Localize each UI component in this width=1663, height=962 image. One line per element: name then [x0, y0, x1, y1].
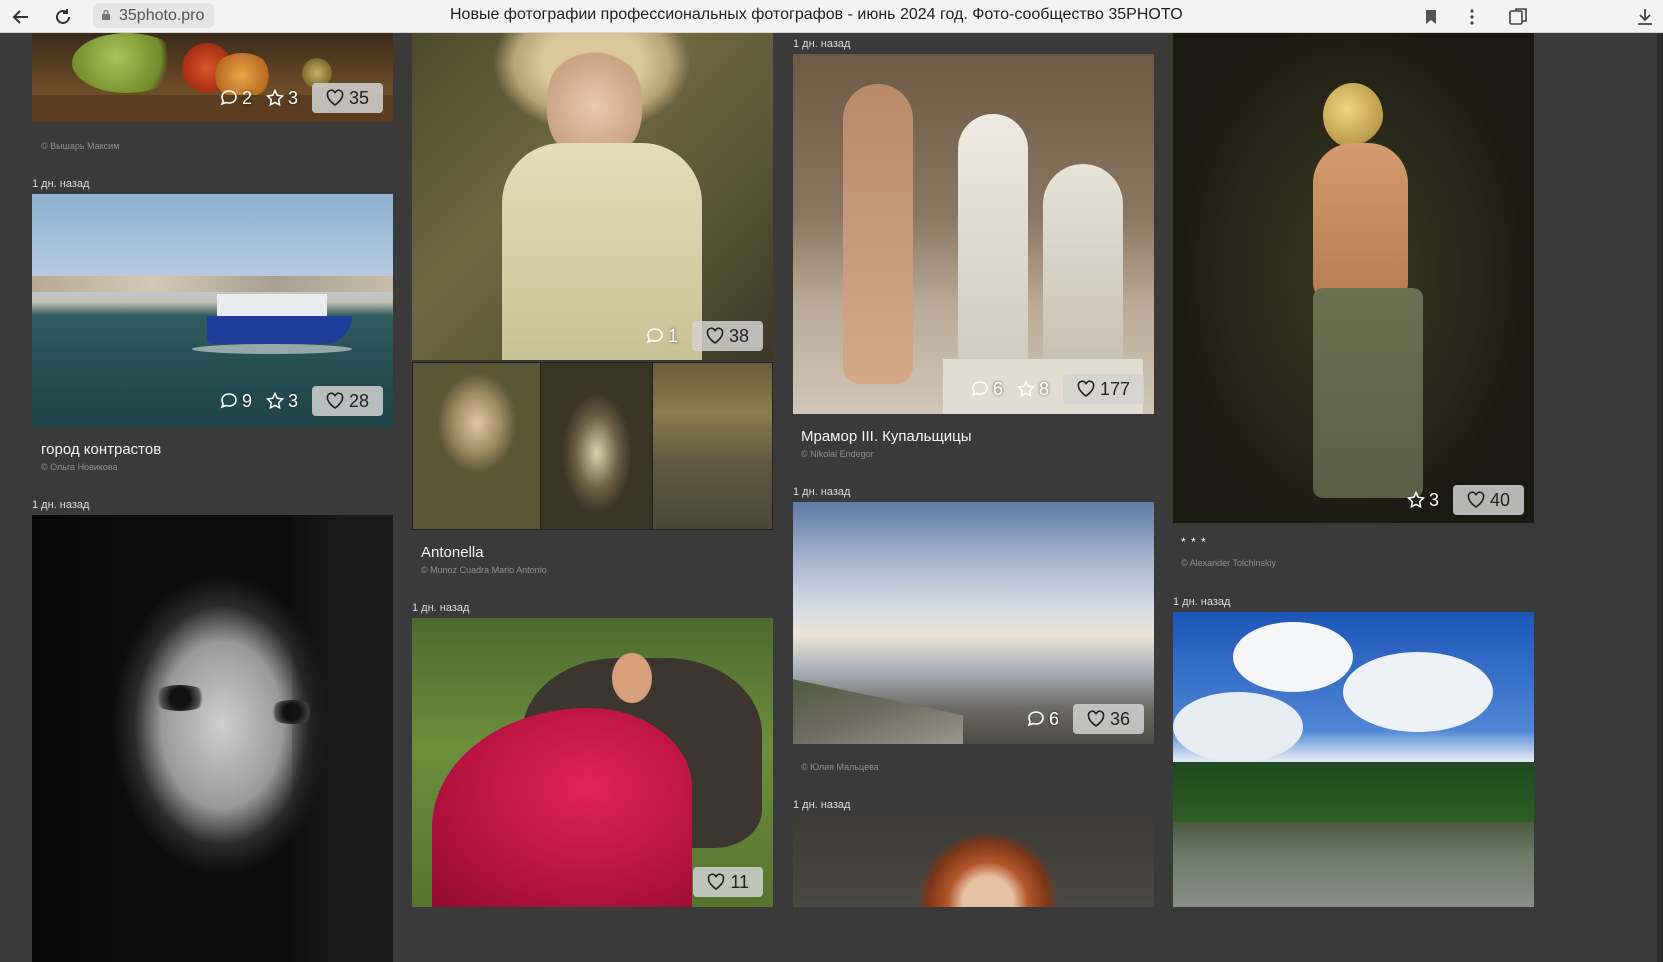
photo-stats: 2 3 35 [220, 83, 383, 113]
post-time: 1 дн. назад [412, 602, 470, 614]
heart-icon [1467, 491, 1485, 508]
likes-count: 35 [348, 87, 369, 108]
thumbnail-1[interactable] [413, 363, 541, 529]
comments-stat[interactable]: 2 [220, 88, 252, 109]
photo-model[interactable]: 3 40 [1173, 33, 1534, 523]
favorites-stat[interactable]: 8 [1016, 378, 1049, 400]
extensions-icon[interactable] [1505, 4, 1531, 30]
photo-author[interactable]: © Вышарь Максим [41, 141, 119, 151]
likes-count: 36 [1109, 708, 1130, 729]
heart-icon [326, 89, 344, 106]
photo-boat[interactable]: 9 3 28 [32, 194, 393, 428]
comment-icon [1027, 711, 1044, 727]
favorites-stat[interactable]: 3 [1406, 489, 1439, 511]
heart-icon [1087, 710, 1105, 727]
like-button[interactable]: 35 [311, 83, 383, 113]
comments-count: 6 [1048, 708, 1059, 729]
photo-author[interactable]: © Munoz Cuadra Mario Antonio [421, 565, 547, 575]
comments-stat[interactable]: 6 [1027, 709, 1059, 730]
like-button[interactable]: 38 [691, 321, 763, 351]
photo-stats: 6 8 177 [971, 374, 1144, 404]
photo-stats: 3 40 [1406, 485, 1524, 515]
favorites-count: 3 [287, 87, 298, 108]
heart-icon [706, 327, 724, 344]
photo-redhead[interactable] [793, 815, 1154, 907]
like-button[interactable]: 28 [311, 386, 383, 416]
photo-clouds[interactable]: 6 36 [793, 502, 1154, 744]
photo-antonella[interactable]: 1 38 [412, 33, 773, 360]
heart-icon [1077, 380, 1095, 397]
photo-bw-portrait[interactable] [32, 515, 393, 962]
star-icon [265, 89, 284, 107]
lock-icon [102, 10, 110, 20]
photo-author[interactable]: © Ольга Новикова [41, 462, 118, 472]
likes-count: 177 [1099, 378, 1130, 399]
address-bar[interactable]: 35photo.pro [93, 3, 215, 28]
photo-caption[interactable]: город контрастов [41, 441, 161, 458]
comments-stat[interactable]: 6 [971, 379, 1003, 400]
favorites-count: 3 [287, 390, 298, 411]
comments-count: 9 [241, 390, 252, 411]
photo-author[interactable]: © Nikolai Endegor [801, 449, 874, 459]
comment-icon [971, 381, 988, 397]
photo-caption[interactable]: Мрамор III. Купальщицы [801, 428, 972, 445]
star-icon [1016, 380, 1035, 398]
heart-icon [707, 873, 725, 890]
star-icon [1406, 491, 1425, 509]
favorites-stat[interactable]: 3 [265, 390, 298, 412]
post-time: 1 дн. назад [793, 799, 851, 811]
comments-count: 6 [992, 378, 1003, 399]
post-time: 1 дн. назад [793, 38, 851, 50]
comments-count: 1 [667, 325, 678, 346]
like-button[interactable]: 36 [1072, 704, 1144, 734]
photo-author[interactable]: © Юлия Мальцева [801, 762, 879, 772]
comments-count: 2 [241, 87, 252, 108]
photo-red-dress[interactable]: 11 [412, 618, 773, 907]
likes-count: 11 [730, 871, 749, 892]
photo-series-thumbnails [412, 362, 773, 530]
photo-lake[interactable] [1173, 612, 1534, 907]
star-icon [265, 392, 284, 410]
heart-icon [326, 392, 344, 409]
comments-stat[interactable]: 9 [220, 391, 252, 412]
post-time: 1 дн. назад [1173, 596, 1231, 608]
browser-toolbar: 35photo.pro Новые фотографии профессиона… [0, 0, 1663, 33]
photo-stats: 6 36 [1027, 704, 1144, 734]
like-button[interactable]: 11 [693, 867, 763, 897]
thumbnail-3[interactable] [653, 363, 772, 529]
post-time: 1 дн. назад [32, 499, 90, 511]
like-button[interactable]: 177 [1062, 374, 1144, 404]
page-scrollbar[interactable] [1657, 33, 1663, 962]
thumbnail-2[interactable] [541, 363, 653, 529]
photo-stats: 9 3 28 [220, 386, 383, 416]
favorites-count: 3 [1428, 489, 1439, 510]
photo-author[interactable]: © Alexander Tolchinskiy [1181, 558, 1276, 568]
photo-caption[interactable]: * * * [1181, 535, 1207, 549]
likes-count: 28 [348, 390, 369, 411]
reload-icon[interactable] [50, 4, 76, 30]
photo-stats: 11 [693, 867, 763, 897]
menu-dots-icon[interactable] [1459, 4, 1485, 30]
photo-fruit[interactable]: 2 3 35 [32, 33, 393, 122]
comment-icon [220, 90, 237, 106]
post-time: 1 дн. назад [32, 178, 90, 190]
like-button[interactable]: 40 [1452, 485, 1524, 515]
bookmark-icon[interactable] [1418, 4, 1444, 30]
likes-count: 40 [1489, 489, 1510, 510]
likes-count: 38 [728, 325, 749, 346]
comment-icon [220, 393, 237, 409]
url-text: 35photo.pro [119, 7, 205, 24]
favorites-count: 8 [1038, 378, 1049, 399]
photo-marble[interactable]: 6 8 177 [793, 54, 1154, 414]
download-icon[interactable] [1632, 4, 1658, 30]
comments-stat[interactable]: 1 [646, 326, 678, 347]
back-arrow-icon[interactable] [8, 4, 34, 30]
photo-stats: 1 38 [646, 321, 763, 351]
page-title: Новые фотографии профессиональных фотогр… [450, 6, 1183, 23]
photo-caption[interactable]: Antonella [421, 544, 484, 561]
comment-icon [646, 328, 663, 344]
post-time: 1 дн. назад [793, 486, 851, 498]
favorites-stat[interactable]: 3 [265, 87, 298, 109]
